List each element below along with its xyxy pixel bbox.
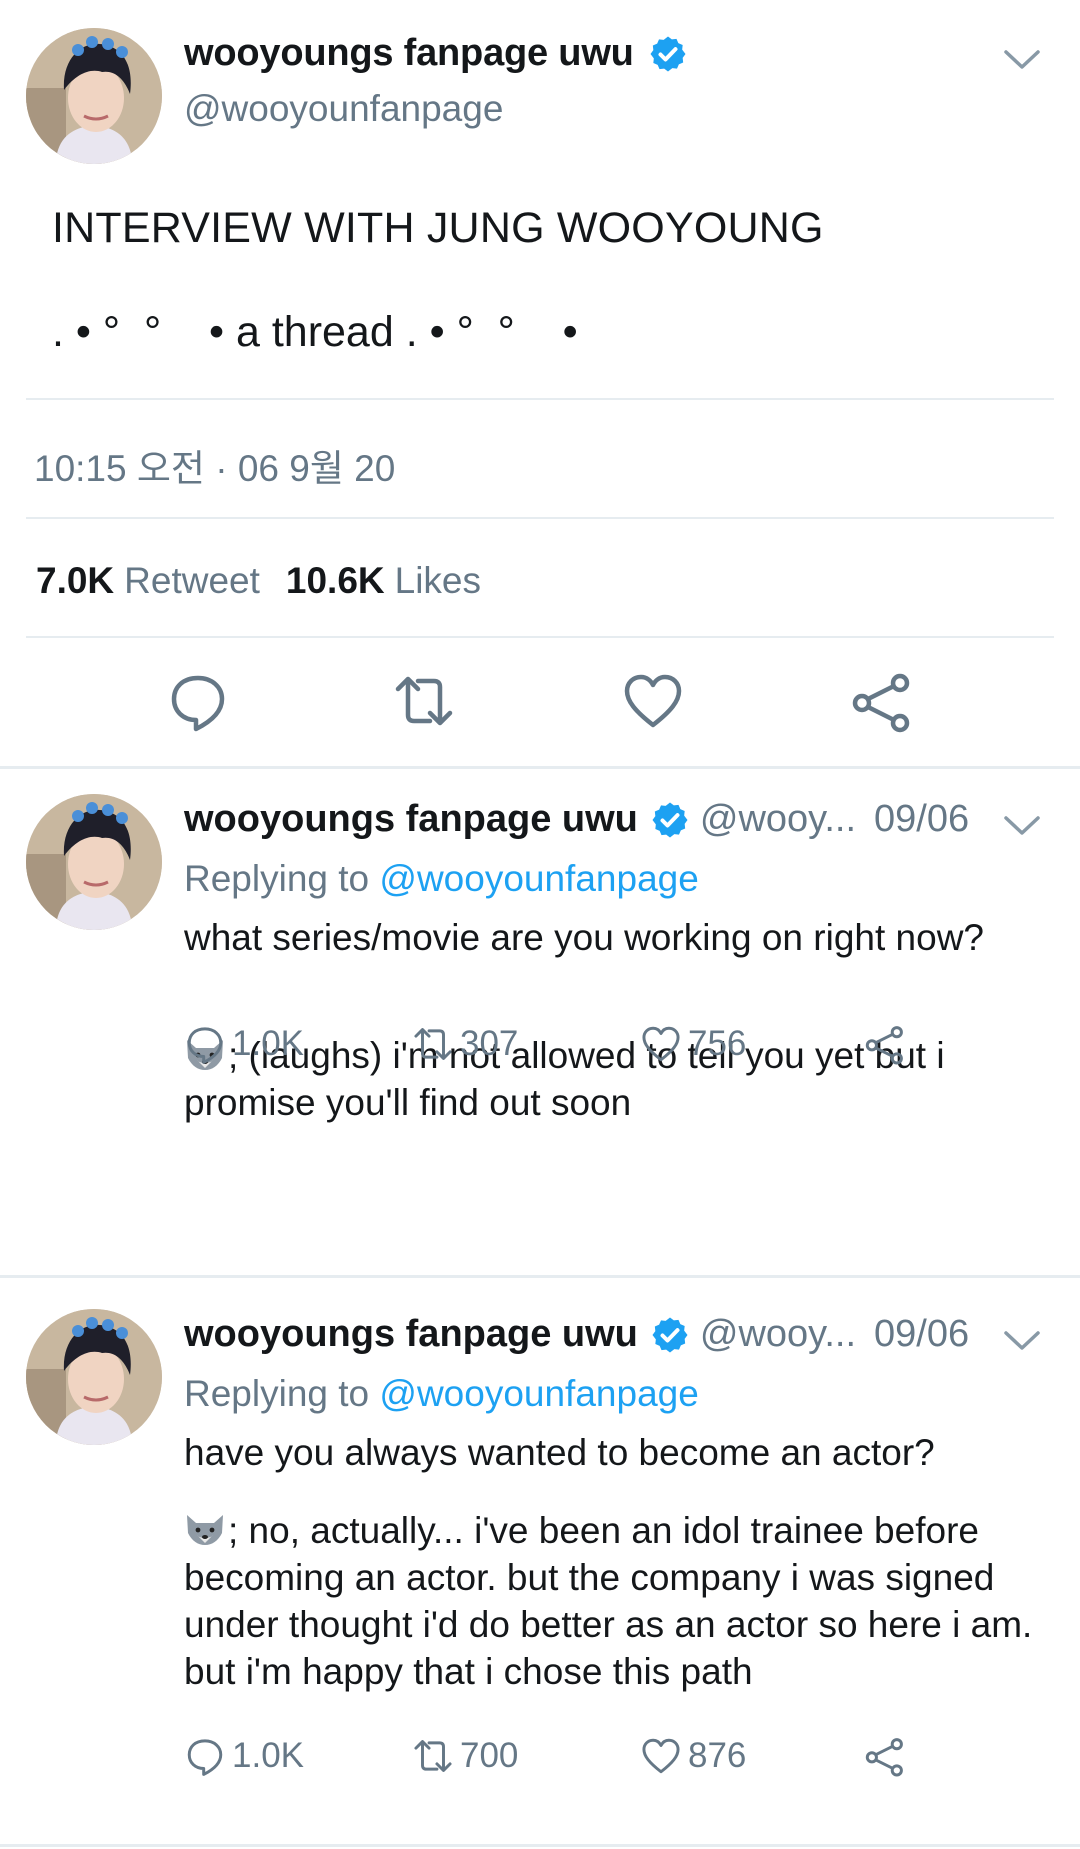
mention-link[interactable]: @wooyounfanpage bbox=[379, 1373, 698, 1414]
avatar[interactable] bbox=[26, 1309, 162, 1445]
tweet-stats: 7.0K Retweet 10.6K Likes bbox=[36, 560, 481, 602]
reply-action[interactable]: 1.0K bbox=[184, 1023, 304, 1065]
retweet-icon[interactable] bbox=[412, 1023, 454, 1065]
divider bbox=[26, 517, 1054, 519]
share-action[interactable] bbox=[864, 1735, 912, 1777]
chevron-down-icon[interactable] bbox=[1002, 48, 1042, 72]
retweets-label[interactable]: Retweet bbox=[124, 560, 260, 602]
tweet-text: INTERVIEW WITH JUNG WOOYOUNG bbox=[52, 204, 824, 252]
verified-badge-icon bbox=[652, 1317, 688, 1352]
heart-icon[interactable] bbox=[640, 1735, 682, 1777]
chevron-down-icon[interactable] bbox=[1002, 1329, 1042, 1353]
retweet-action[interactable]: 307 bbox=[412, 1023, 518, 1065]
reply-header: wooyoungs fanpage uwu @wooy... 09/06 bbox=[184, 798, 969, 841]
retweet-action[interactable]: 700 bbox=[412, 1735, 518, 1777]
reply-tweet: wooyoungs fanpage uwu @wooy... 09/06 Rep… bbox=[0, 1285, 1080, 1845]
reply-count: 1.0K bbox=[232, 1024, 304, 1063]
heart-icon[interactable] bbox=[640, 1023, 682, 1065]
handle[interactable]: @wooy... bbox=[700, 1313, 856, 1356]
question-text: have you always wanted to become an acto… bbox=[184, 1432, 935, 1473]
share-icon[interactable] bbox=[850, 669, 914, 733]
reply-icon[interactable] bbox=[184, 1023, 226, 1065]
answer-text: ; no, actually... i've been an idol trai… bbox=[184, 1507, 1064, 1695]
reply-tweet: wooyoungs fanpage uwu @wooy... 09/06 Rep… bbox=[0, 770, 1080, 1275]
tweet-thread-line: . • ° ° • a thread . • ° ° • bbox=[52, 308, 578, 356]
display-name-text[interactable]: wooyoungs fanpage uwu bbox=[184, 32, 634, 75]
chevron-down-icon[interactable] bbox=[1002, 814, 1042, 838]
like-count: 756 bbox=[688, 1024, 747, 1063]
answer-body: ; no, actually... i've been an idol trai… bbox=[184, 1510, 1033, 1692]
display-name[interactable]: wooyoungs fanpage uwu bbox=[184, 798, 638, 841]
retweet-icon[interactable] bbox=[392, 669, 456, 733]
retweets-count[interactable]: 7.0K bbox=[36, 560, 114, 602]
share-icon[interactable] bbox=[864, 1023, 906, 1065]
reply-icon[interactable] bbox=[184, 1735, 226, 1777]
divider bbox=[26, 636, 1054, 638]
reply-icon[interactable] bbox=[166, 669, 230, 733]
main-tweet: wooyoungs fanpage uwu @wooyounfanpage IN… bbox=[0, 0, 1080, 766]
question-text: what series/movie are you working on rig… bbox=[184, 917, 984, 958]
divider bbox=[26, 398, 1054, 400]
likes-label[interactable]: Likes bbox=[395, 560, 481, 602]
share-action[interactable] bbox=[864, 1023, 912, 1065]
section-separator bbox=[0, 1275, 1080, 1278]
reply-action[interactable]: 1.0K bbox=[184, 1735, 304, 1777]
replying-to: Replying to @wooyounfanpage bbox=[184, 858, 699, 900]
section-separator bbox=[0, 1844, 1080, 1847]
like-count: 876 bbox=[688, 1736, 747, 1775]
section-separator bbox=[0, 766, 1080, 769]
tweet-date: 09/06 bbox=[874, 798, 970, 840]
replying-to: Replying to @wooyounfanpage bbox=[184, 1373, 699, 1415]
tweet-thread-page: wooyoungs fanpage uwu @wooyounfanpage IN… bbox=[0, 0, 1080, 1849]
avatar[interactable] bbox=[26, 794, 162, 930]
verified-badge-icon bbox=[650, 36, 686, 71]
verified-badge-icon bbox=[652, 802, 688, 837]
wolf-emoji-icon bbox=[187, 1515, 223, 1545]
likes-count[interactable]: 10.6K bbox=[286, 560, 385, 602]
display-name[interactable]: wooyoungs fanpage uwu bbox=[184, 1313, 638, 1356]
like-action[interactable]: 756 bbox=[640, 1023, 746, 1065]
replying-to-label: Replying to bbox=[184, 858, 370, 899]
avatar[interactable] bbox=[26, 28, 162, 164]
handle[interactable]: @wooy... bbox=[700, 798, 856, 841]
reply-header: wooyoungs fanpage uwu @wooy... 09/06 bbox=[184, 1313, 969, 1356]
retweet-icon[interactable] bbox=[412, 1735, 454, 1777]
share-icon[interactable] bbox=[864, 1735, 906, 1777]
like-action[interactable]: 876 bbox=[640, 1735, 746, 1777]
mention-link[interactable]: @wooyounfanpage bbox=[379, 858, 698, 899]
reply-count: 1.0K bbox=[232, 1736, 304, 1775]
display-name[interactable]: wooyoungs fanpage uwu bbox=[184, 32, 688, 75]
retweet-count: 307 bbox=[460, 1024, 519, 1063]
retweet-count: 700 bbox=[460, 1736, 519, 1775]
replying-to-label: Replying to bbox=[184, 1373, 370, 1414]
heart-icon[interactable] bbox=[621, 669, 685, 733]
handle[interactable]: @wooyounfanpage bbox=[184, 88, 503, 130]
tweet-date: 09/06 bbox=[874, 1313, 970, 1355]
tweet-timestamp: 10:15 오전 · 06 9월 20 bbox=[34, 448, 396, 489]
